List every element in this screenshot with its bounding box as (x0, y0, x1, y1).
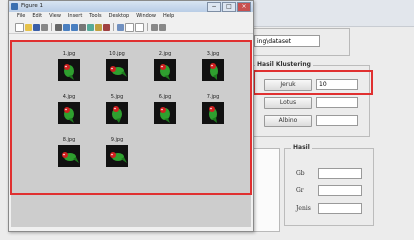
menu-view[interactable]: View (49, 12, 61, 21)
close-icon[interactable]: × (237, 2, 251, 12)
figure-menu-bar: File Edit View Insert Tools Desktop Wind… (9, 12, 253, 21)
menu-tools[interactable]: Tools (89, 12, 101, 21)
print-icon[interactable] (41, 23, 48, 31)
highlight-box-images (10, 40, 252, 195)
minimize-icon[interactable]: − (207, 2, 221, 12)
rotate-icon[interactable] (87, 23, 94, 31)
figure-title: Figure 1 (21, 3, 44, 9)
dataset-path-field[interactable]: ing\dataset (254, 35, 320, 47)
toolbar-separator (51, 23, 52, 31)
matlab-figure-icon (11, 3, 18, 10)
cluster-result-title: Hasil Klustering (255, 61, 313, 68)
menu-window[interactable]: Window (136, 12, 156, 21)
save-icon[interactable] (33, 23, 40, 31)
result-value-gr[interactable] (318, 185, 362, 196)
result-value-gb[interactable] (318, 168, 362, 179)
zoom-out-icon[interactable] (71, 23, 78, 31)
highlight-box-result (253, 70, 373, 95)
data-cursor-icon[interactable] (95, 23, 102, 31)
toolbar-separator (147, 23, 148, 31)
menu-desktop[interactable]: Desktop (109, 12, 130, 21)
menu-help[interactable]: Help (163, 12, 174, 21)
colorbar-icon[interactable] (125, 22, 134, 32)
result-value-jenis[interactable] (318, 203, 362, 214)
result-group-title: Hasil (291, 144, 312, 151)
new-figure-icon[interactable] (15, 22, 24, 32)
background-app-header (250, 0, 414, 27)
menu-edit[interactable]: Edit (32, 12, 42, 21)
result-label-gb: Gb (296, 170, 305, 177)
menu-file[interactable]: File (17, 12, 25, 21)
zoom-in-icon[interactable] (63, 23, 70, 31)
cluster-button-albino[interactable]: Albino (264, 115, 312, 127)
edit-plot-icon[interactable] (55, 23, 62, 31)
show-plot-tools-icon[interactable] (159, 23, 166, 31)
pan-icon[interactable] (79, 23, 86, 31)
toolbar-separator (113, 23, 114, 31)
maximize-icon[interactable]: □ (222, 2, 236, 12)
link-plot-icon[interactable] (117, 23, 124, 31)
cluster-button-lotus[interactable]: Lotus (264, 97, 312, 109)
open-file-icon[interactable] (25, 23, 32, 31)
cluster-value-albino[interactable] (316, 115, 358, 126)
figure-title-bar[interactable]: Figure 1 − □ × (9, 1, 253, 12)
cluster-value-lotus[interactable] (316, 97, 358, 108)
figure-toolbar (9, 21, 253, 34)
result-label-gr: Gr (296, 187, 304, 194)
brush-icon[interactable] (103, 23, 110, 31)
result-label-jenis: Jenis (296, 205, 311, 212)
hide-plot-tools-icon[interactable] (151, 23, 158, 31)
menu-insert[interactable]: Insert (68, 12, 82, 21)
legend-icon[interactable] (135, 22, 144, 32)
